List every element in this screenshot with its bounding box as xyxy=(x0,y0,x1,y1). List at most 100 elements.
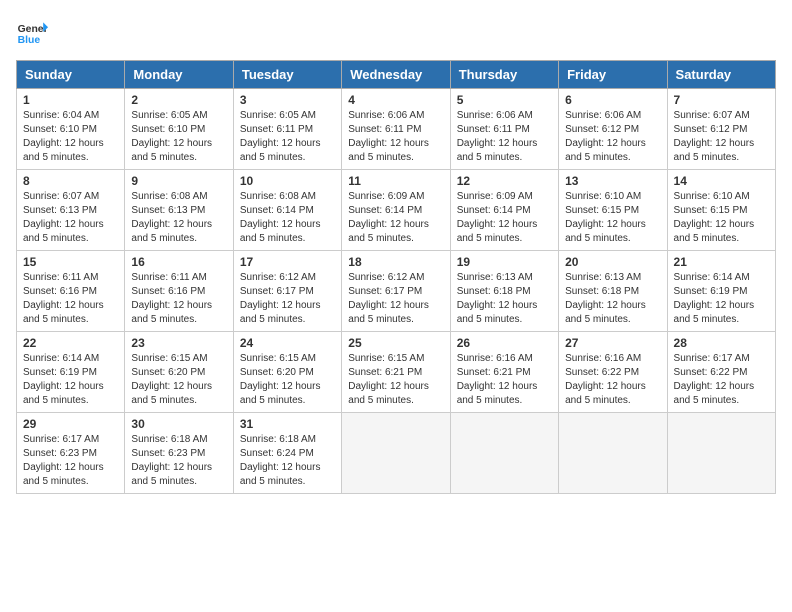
page-header: General Blue xyxy=(16,16,776,48)
daylight-label: Daylight: 12 hours and 5 minutes. xyxy=(565,300,646,325)
day-info: Sunrise: 6:17 AM Sunset: 6:22 PM Dayligh… xyxy=(674,352,769,408)
calendar-cell: 8 Sunrise: 6:07 AM Sunset: 6:13 PM Dayli… xyxy=(17,170,125,251)
sunset-label: Sunset: 6:14 PM xyxy=(240,205,314,216)
sunset-label: Sunset: 6:21 PM xyxy=(348,367,422,378)
sunset-label: Sunset: 6:21 PM xyxy=(457,367,531,378)
sunset-label: Sunset: 6:17 PM xyxy=(240,286,314,297)
sunrise-label: Sunrise: 6:13 AM xyxy=(565,272,641,283)
day-number: 3 xyxy=(240,93,335,107)
sunrise-label: Sunrise: 6:18 AM xyxy=(131,434,207,445)
day-info: Sunrise: 6:18 AM Sunset: 6:23 PM Dayligh… xyxy=(131,433,226,489)
day-info: Sunrise: 6:06 AM Sunset: 6:11 PM Dayligh… xyxy=(348,109,443,165)
daylight-label: Daylight: 12 hours and 5 minutes. xyxy=(23,462,104,487)
daylight-label: Daylight: 12 hours and 5 minutes. xyxy=(131,219,212,244)
daylight-label: Daylight: 12 hours and 5 minutes. xyxy=(240,462,321,487)
week-row-4: 22 Sunrise: 6:14 AM Sunset: 6:19 PM Dayl… xyxy=(17,332,776,413)
daylight-label: Daylight: 12 hours and 5 minutes. xyxy=(457,219,538,244)
day-number: 26 xyxy=(457,336,552,350)
daylight-label: Daylight: 12 hours and 5 minutes. xyxy=(23,300,104,325)
calendar-cell: 21 Sunrise: 6:14 AM Sunset: 6:19 PM Dayl… xyxy=(667,251,775,332)
calendar-cell: 28 Sunrise: 6:17 AM Sunset: 6:22 PM Dayl… xyxy=(667,332,775,413)
day-info: Sunrise: 6:06 AM Sunset: 6:12 PM Dayligh… xyxy=(565,109,660,165)
weekday-header-tuesday: Tuesday xyxy=(233,61,341,89)
sunrise-label: Sunrise: 6:16 AM xyxy=(565,353,641,364)
day-info: Sunrise: 6:15 AM Sunset: 6:20 PM Dayligh… xyxy=(240,352,335,408)
day-number: 20 xyxy=(565,255,660,269)
sunset-label: Sunset: 6:11 PM xyxy=(348,124,421,135)
day-number: 7 xyxy=(674,93,769,107)
day-number: 17 xyxy=(240,255,335,269)
day-info: Sunrise: 6:05 AM Sunset: 6:11 PM Dayligh… xyxy=(240,109,335,165)
daylight-label: Daylight: 12 hours and 5 minutes. xyxy=(240,219,321,244)
day-info: Sunrise: 6:14 AM Sunset: 6:19 PM Dayligh… xyxy=(674,271,769,327)
sunrise-label: Sunrise: 6:16 AM xyxy=(457,353,533,364)
sunset-label: Sunset: 6:16 PM xyxy=(131,286,205,297)
day-info: Sunrise: 6:07 AM Sunset: 6:13 PM Dayligh… xyxy=(23,190,118,246)
daylight-label: Daylight: 12 hours and 5 minutes. xyxy=(131,462,212,487)
sunrise-label: Sunrise: 6:07 AM xyxy=(23,191,99,202)
calendar-cell: 11 Sunrise: 6:09 AM Sunset: 6:14 PM Dayl… xyxy=(342,170,450,251)
sunrise-label: Sunrise: 6:06 AM xyxy=(457,110,533,121)
day-number: 27 xyxy=(565,336,660,350)
sunset-label: Sunset: 6:19 PM xyxy=(23,367,97,378)
sunrise-label: Sunrise: 6:11 AM xyxy=(23,272,98,283)
sunset-label: Sunset: 6:20 PM xyxy=(240,367,314,378)
daylight-label: Daylight: 12 hours and 5 minutes. xyxy=(565,138,646,163)
sunrise-label: Sunrise: 6:06 AM xyxy=(565,110,641,121)
sunrise-label: Sunrise: 6:14 AM xyxy=(674,272,750,283)
daylight-label: Daylight: 12 hours and 5 minutes. xyxy=(565,219,646,244)
daylight-label: Daylight: 12 hours and 5 minutes. xyxy=(348,219,429,244)
sunset-label: Sunset: 6:23 PM xyxy=(131,448,205,459)
calendar-cell: 16 Sunrise: 6:11 AM Sunset: 6:16 PM Dayl… xyxy=(125,251,233,332)
sunrise-label: Sunrise: 6:09 AM xyxy=(457,191,533,202)
calendar-cell: 14 Sunrise: 6:10 AM Sunset: 6:15 PM Dayl… xyxy=(667,170,775,251)
day-info: Sunrise: 6:11 AM Sunset: 6:16 PM Dayligh… xyxy=(131,271,226,327)
sunset-label: Sunset: 6:18 PM xyxy=(457,286,531,297)
day-info: Sunrise: 6:17 AM Sunset: 6:23 PM Dayligh… xyxy=(23,433,118,489)
day-info: Sunrise: 6:18 AM Sunset: 6:24 PM Dayligh… xyxy=(240,433,335,489)
daylight-label: Daylight: 12 hours and 5 minutes. xyxy=(674,381,755,406)
calendar-cell xyxy=(559,413,667,494)
calendar-cell: 4 Sunrise: 6:06 AM Sunset: 6:11 PM Dayli… xyxy=(342,89,450,170)
day-info: Sunrise: 6:04 AM Sunset: 6:10 PM Dayligh… xyxy=(23,109,118,165)
calendar-cell: 30 Sunrise: 6:18 AM Sunset: 6:23 PM Dayl… xyxy=(125,413,233,494)
daylight-label: Daylight: 12 hours and 5 minutes. xyxy=(23,381,104,406)
calendar-cell: 20 Sunrise: 6:13 AM Sunset: 6:18 PM Dayl… xyxy=(559,251,667,332)
sunrise-label: Sunrise: 6:05 AM xyxy=(131,110,207,121)
calendar-cell: 9 Sunrise: 6:08 AM Sunset: 6:13 PM Dayli… xyxy=(125,170,233,251)
daylight-label: Daylight: 12 hours and 5 minutes. xyxy=(348,138,429,163)
week-row-3: 15 Sunrise: 6:11 AM Sunset: 6:16 PM Dayl… xyxy=(17,251,776,332)
sunset-label: Sunset: 6:13 PM xyxy=(131,205,205,216)
daylight-label: Daylight: 12 hours and 5 minutes. xyxy=(131,300,212,325)
sunrise-label: Sunrise: 6:12 AM xyxy=(240,272,316,283)
logo-icon: General Blue xyxy=(16,16,48,48)
daylight-label: Daylight: 12 hours and 5 minutes. xyxy=(674,219,755,244)
weekday-header-friday: Friday xyxy=(559,61,667,89)
day-info: Sunrise: 6:10 AM Sunset: 6:15 PM Dayligh… xyxy=(565,190,660,246)
day-info: Sunrise: 6:13 AM Sunset: 6:18 PM Dayligh… xyxy=(457,271,552,327)
daylight-label: Daylight: 12 hours and 5 minutes. xyxy=(240,381,321,406)
day-number: 10 xyxy=(240,174,335,188)
calendar-table: SundayMondayTuesdayWednesdayThursdayFrid… xyxy=(16,60,776,494)
weekday-header-wednesday: Wednesday xyxy=(342,61,450,89)
day-info: Sunrise: 6:09 AM Sunset: 6:14 PM Dayligh… xyxy=(348,190,443,246)
calendar-cell: 25 Sunrise: 6:15 AM Sunset: 6:21 PM Dayl… xyxy=(342,332,450,413)
sunrise-label: Sunrise: 6:04 AM xyxy=(23,110,99,121)
sunset-label: Sunset: 6:14 PM xyxy=(457,205,531,216)
day-number: 25 xyxy=(348,336,443,350)
sunrise-label: Sunrise: 6:14 AM xyxy=(23,353,99,364)
sunset-label: Sunset: 6:11 PM xyxy=(240,124,313,135)
daylight-label: Daylight: 12 hours and 5 minutes. xyxy=(131,381,212,406)
day-number: 18 xyxy=(348,255,443,269)
day-info: Sunrise: 6:13 AM Sunset: 6:18 PM Dayligh… xyxy=(565,271,660,327)
day-number: 21 xyxy=(674,255,769,269)
calendar-cell: 18 Sunrise: 6:12 AM Sunset: 6:17 PM Dayl… xyxy=(342,251,450,332)
calendar-cell: 1 Sunrise: 6:04 AM Sunset: 6:10 PM Dayli… xyxy=(17,89,125,170)
day-number: 8 xyxy=(23,174,118,188)
sunset-label: Sunset: 6:13 PM xyxy=(23,205,97,216)
daylight-label: Daylight: 12 hours and 5 minutes. xyxy=(457,138,538,163)
day-number: 23 xyxy=(131,336,226,350)
day-number: 12 xyxy=(457,174,552,188)
calendar-cell: 24 Sunrise: 6:15 AM Sunset: 6:20 PM Dayl… xyxy=(233,332,341,413)
day-number: 9 xyxy=(131,174,226,188)
